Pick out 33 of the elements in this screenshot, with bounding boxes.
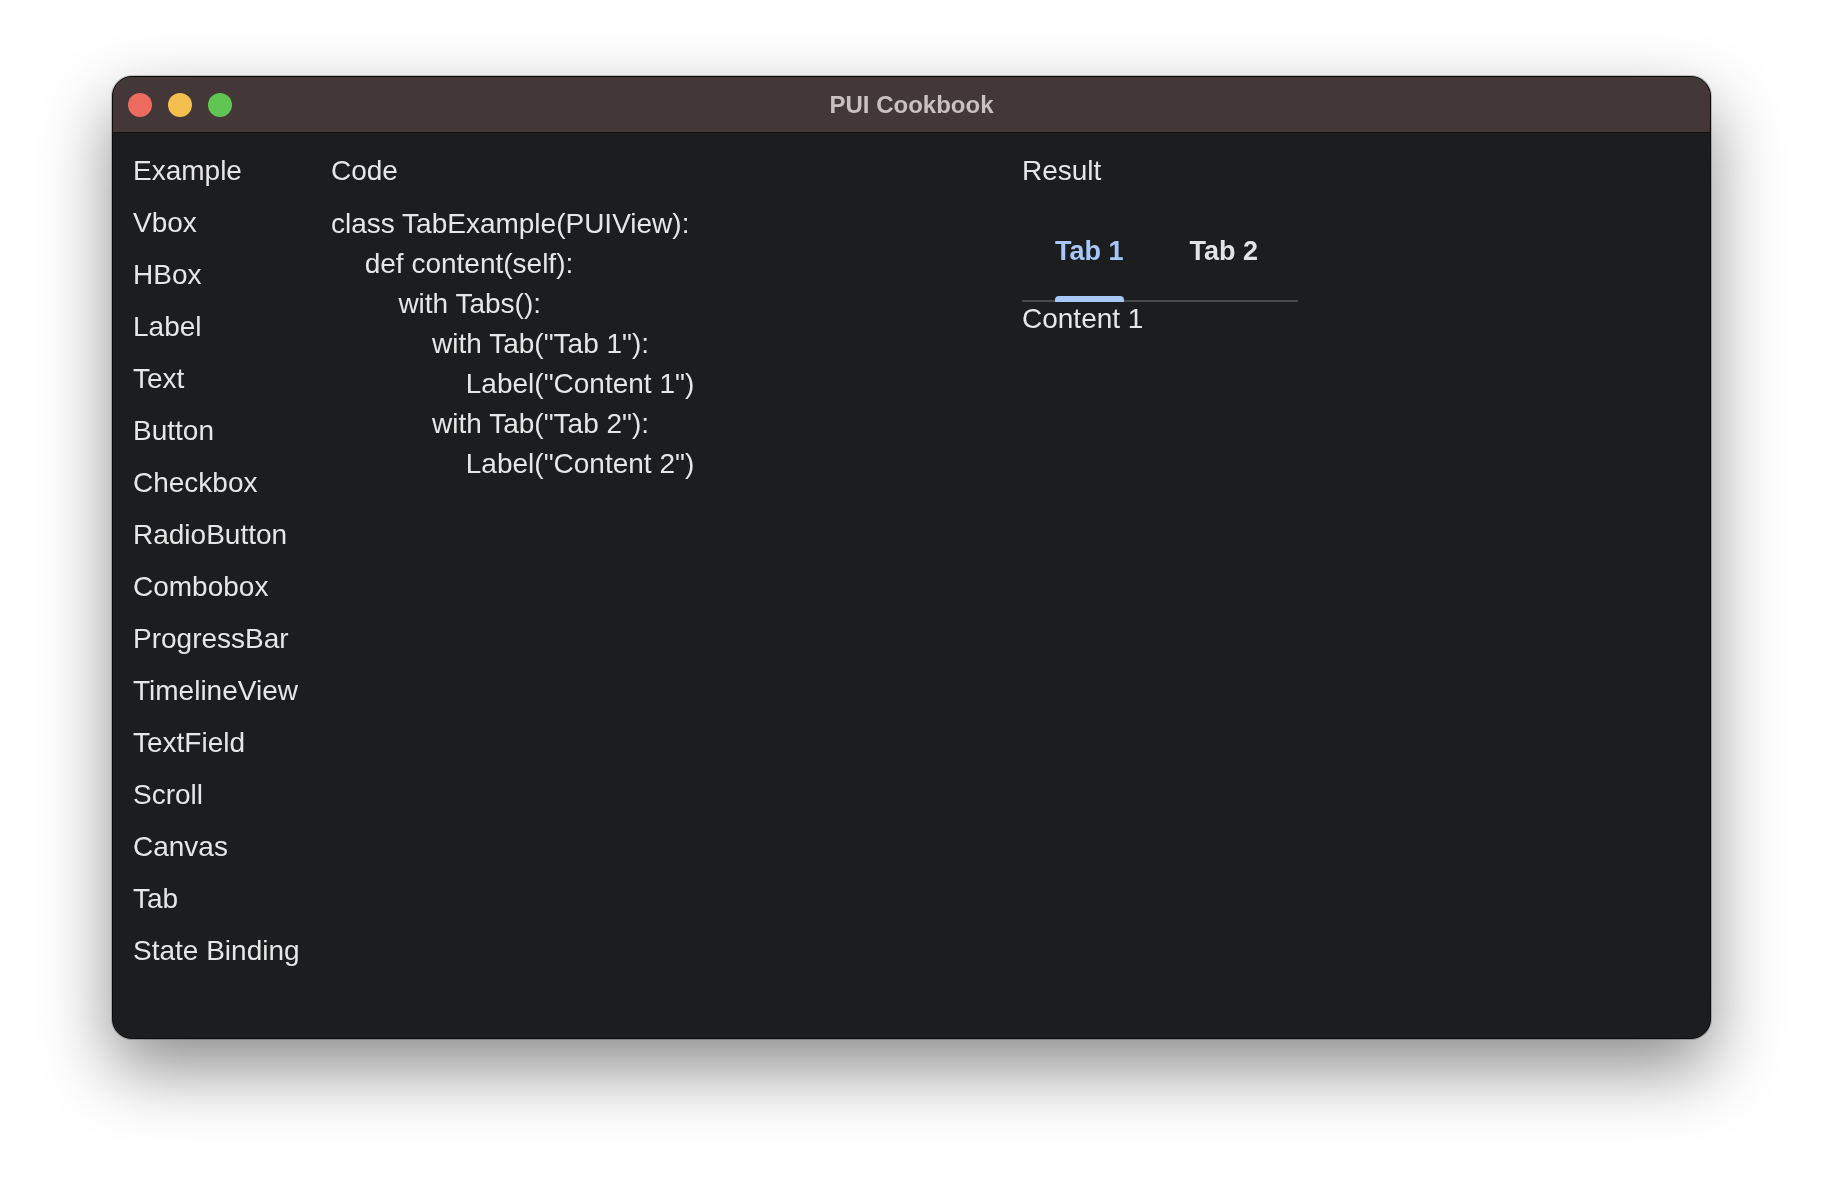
code-line: Label("Content 1") <box>465 367 695 401</box>
code-line: with Tab("Tab 2"): <box>432 407 650 441</box>
code-line: with Tab("Tab 1"): <box>432 327 650 361</box>
column-heading: Result <box>1022 154 1102 188</box>
minimize-icon[interactable] <box>168 92 192 117</box>
tab-underline <box>1055 296 1124 302</box>
code-line: Label("Content 2") <box>465 447 695 481</box>
column-heading: Example <box>133 154 242 188</box>
sidebar-item[interactable]: Checkbox <box>133 466 258 500</box>
zoom-icon[interactable] <box>208 92 232 117</box>
sidebar-item[interactable]: ProgressBar <box>133 622 289 656</box>
sidebar-item[interactable]: Tab <box>133 882 179 916</box>
window-title: PUI Cookbook <box>829 90 994 119</box>
sidebar-item[interactable]: RadioButton <box>133 518 288 552</box>
sidebar-item[interactable]: State Binding <box>133 934 300 968</box>
sidebar-item[interactable]: TimelineView <box>133 674 298 708</box>
sidebar-item[interactable]: Label <box>133 310 202 344</box>
code-line: def content(self): <box>364 247 574 281</box>
sidebar-item[interactable]: Vbox <box>133 206 197 240</box>
tab[interactable]: Tab 2 <box>1156 211 1292 302</box>
sidebar-item[interactable]: Button <box>133 414 214 448</box>
sidebar-item[interactable]: HBox <box>133 258 202 292</box>
sidebar-item[interactable]: TextField <box>133 726 246 760</box>
column-heading: Code <box>331 154 398 188</box>
sidebar-item[interactable]: Combobox <box>133 570 269 604</box>
sidebar-item[interactable]: Scroll <box>133 778 203 812</box>
sidebar-item[interactable]: Text <box>133 362 185 396</box>
tab[interactable]: Tab 1 <box>1022 211 1157 302</box>
content-label: Content 1 <box>1022 302 1144 336</box>
code-line: with Tabs(): <box>398 287 542 321</box>
sidebar-item[interactable]: Canvas <box>133 830 228 864</box>
code-line: class TabExample(PUIView): <box>331 207 690 241</box>
close-icon[interactable] <box>128 92 152 117</box>
